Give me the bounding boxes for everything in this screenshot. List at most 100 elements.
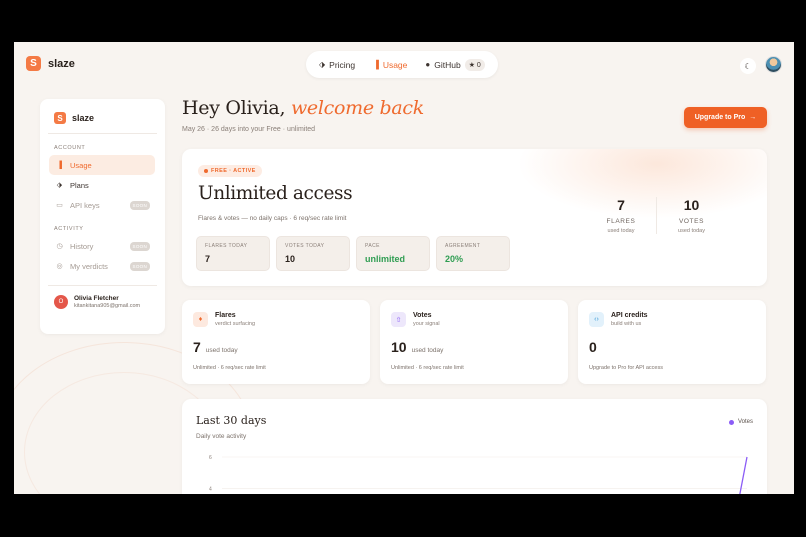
counter-sub: used today — [678, 228, 705, 234]
letterbox-top — [0, 0, 806, 42]
plan-title: Unlimited access — [198, 183, 353, 204]
metric-card-flares: ♦ Flares verdict surfacing 7 used today … — [182, 300, 370, 384]
status-dot-icon — [204, 169, 208, 173]
page-subtitle: May 26 · 26 days into your Free · unlimi… — [182, 126, 316, 133]
letterbox-bottom — [0, 494, 806, 537]
sidebar-item-label: History — [70, 241, 94, 251]
divider — [48, 133, 157, 134]
metric-title: Flares — [215, 312, 236, 319]
upgrade-button[interactable]: Upgrade to Pro → — [684, 107, 767, 128]
divider — [48, 285, 157, 286]
bar-chart-icon: ▐ — [373, 60, 379, 69]
metric-subtitle: verdict surfacing — [215, 321, 256, 327]
nav-github[interactable]: ● GitHub ★ 0 — [418, 55, 491, 75]
status-badge: FREE · ACTIVE — [198, 165, 262, 177]
counter-votes: 10 VOTES used today — [656, 197, 726, 234]
metric-footer: Upgrade to Pro for API access — [589, 365, 663, 371]
stat-boxes: FLARES TODAY 7 VOTES TODAY 10 PACE unlim… — [196, 236, 510, 271]
app-window: S slaze ⬗ Pricing ▐ Usage ● GitHub ★ 0 ☾… — [14, 42, 794, 494]
stat-agreement: AGREEMENT 20% — [436, 236, 510, 271]
counter-label: VOTES — [678, 218, 705, 225]
stat-value: 7 — [205, 254, 211, 264]
y-tick-label: 6 — [209, 455, 212, 461]
sidebar-item-label: Usage — [70, 160, 92, 170]
nav-label: Usage — [382, 59, 408, 70]
user-avatar: O — [54, 295, 68, 309]
github-icon: ● — [425, 60, 431, 69]
stat-flares-today: FLARES TODAY 7 — [196, 236, 270, 271]
user-profile[interactable]: O Olivia Fletcher kitankitana905@gmail.c… — [40, 295, 165, 309]
counter-label: FLARES — [606, 218, 636, 225]
tag-icon: ⬗ — [319, 60, 326, 69]
arrow-right-icon: → — [749, 114, 757, 121]
sidebar-brand-name: slaze — [72, 113, 95, 123]
clock-icon: ◷ — [56, 243, 63, 250]
stat-label: FLARES TODAY — [205, 243, 248, 249]
stat-pace: PACE unlimited — [356, 236, 430, 271]
usage-counters: 7 FLARES used today 10 VOTES used today — [586, 197, 726, 234]
brand-name: slaze — [48, 57, 75, 70]
metric-subtitle: your signal — [413, 321, 440, 327]
metric-card-votes: ⇧ Votes your signal 10 used today Unlimi… — [380, 300, 568, 384]
sidebar-brand[interactable]: S slaze — [40, 112, 165, 124]
counter-value: 7 — [617, 197, 625, 213]
user-name: Olivia Fletcher — [74, 295, 119, 302]
metric-unit: used today — [205, 347, 238, 354]
stat-label: VOTES TODAY — [285, 243, 325, 249]
github-stars-badge: ★ 0 — [464, 58, 485, 71]
stat-value: 10 — [285, 254, 296, 264]
top-nav: ⬗ Pricing ▐ Usage ● GitHub ★ 0 — [306, 51, 498, 78]
stat-label: PACE — [365, 243, 380, 249]
page-title: Hey Olivia, welcome back — [182, 97, 424, 119]
brand[interactable]: S slaze — [26, 56, 75, 71]
metric-footer: Unlimited · 6 req/sec rate limit — [193, 365, 266, 371]
logo-icon: S — [26, 56, 41, 71]
metric-title: API credits — [611, 312, 648, 319]
section-label-account: ACCOUNT — [54, 145, 86, 151]
metric-title: Votes — [413, 312, 432, 319]
activity-chart-card: Last 30 days Daily vote activity Votes 6… — [182, 399, 767, 494]
metric-value: 10 — [391, 339, 407, 355]
avatar[interactable] — [765, 56, 782, 73]
counter-sub: used today — [607, 228, 635, 234]
metric-card-api-credits: ‹› API credits build with us 0 Upgrade t… — [578, 300, 766, 384]
tag-icon: ⬗ — [56, 182, 63, 189]
stat-value: unlimited — [365, 254, 405, 264]
pin-icon: ◎ — [56, 263, 63, 270]
sidebar: S slaze ACCOUNT ▐ Usage ⬗ Plans ▭ API ke… — [40, 99, 165, 334]
line-chart: 64 — [209, 455, 748, 494]
metric-subtitle: build with us — [611, 321, 642, 327]
sidebar-item-my-verdicts[interactable]: ◎ My verdicts SOON — [49, 256, 155, 276]
upgrade-label: Upgrade to Pro — [694, 114, 746, 121]
sidebar-item-history[interactable]: ◷ History SOON — [49, 236, 155, 256]
nav-pricing[interactable]: ⬗ Pricing — [312, 56, 362, 74]
status-text: FREE · ACTIVE — [211, 168, 256, 174]
key-icon: ▭ — [56, 202, 63, 209]
soon-badge: SOON — [129, 241, 150, 251]
stat-label: AGREEMENT — [445, 243, 481, 249]
soon-badge: SOON — [129, 200, 150, 210]
counter-flares: 7 FLARES used today — [586, 197, 656, 234]
sidebar-item-plans[interactable]: ⬗ Plans — [49, 175, 155, 195]
upvote-icon: ⇧ — [391, 312, 406, 327]
code-icon: ‹› — [589, 312, 604, 327]
metric-value: 7 — [193, 339, 201, 355]
moon-icon: ☾ — [744, 61, 752, 71]
nav-usage[interactable]: ▐ Usage — [366, 56, 414, 74]
plan-summary-card: FREE · ACTIVE Unlimited access Flares & … — [182, 149, 767, 286]
sidebar-item-api-keys[interactable]: ▭ API keys SOON — [49, 195, 155, 215]
theme-toggle-button[interactable]: ☾ — [740, 58, 756, 74]
flame-icon: ♦ — [193, 312, 208, 327]
metric-value: 0 — [589, 339, 597, 355]
logo-icon: S — [54, 112, 66, 124]
sidebar-item-usage[interactable]: ▐ Usage — [49, 155, 155, 175]
y-tick-label: 4 — [209, 486, 212, 492]
plan-description: Flares & votes — no daily caps · 6 req/s… — [198, 215, 347, 222]
sidebar-item-label: Plans — [70, 180, 89, 190]
section-label-activity: ACTIVITY — [54, 226, 84, 232]
user-email: kitankitana905@gmail.com — [74, 303, 141, 309]
sidebar-item-label: API keys — [70, 200, 100, 210]
nav-label: Pricing — [329, 59, 356, 70]
metric-unit: used today — [411, 347, 444, 354]
nav-label: GitHub — [434, 59, 461, 70]
